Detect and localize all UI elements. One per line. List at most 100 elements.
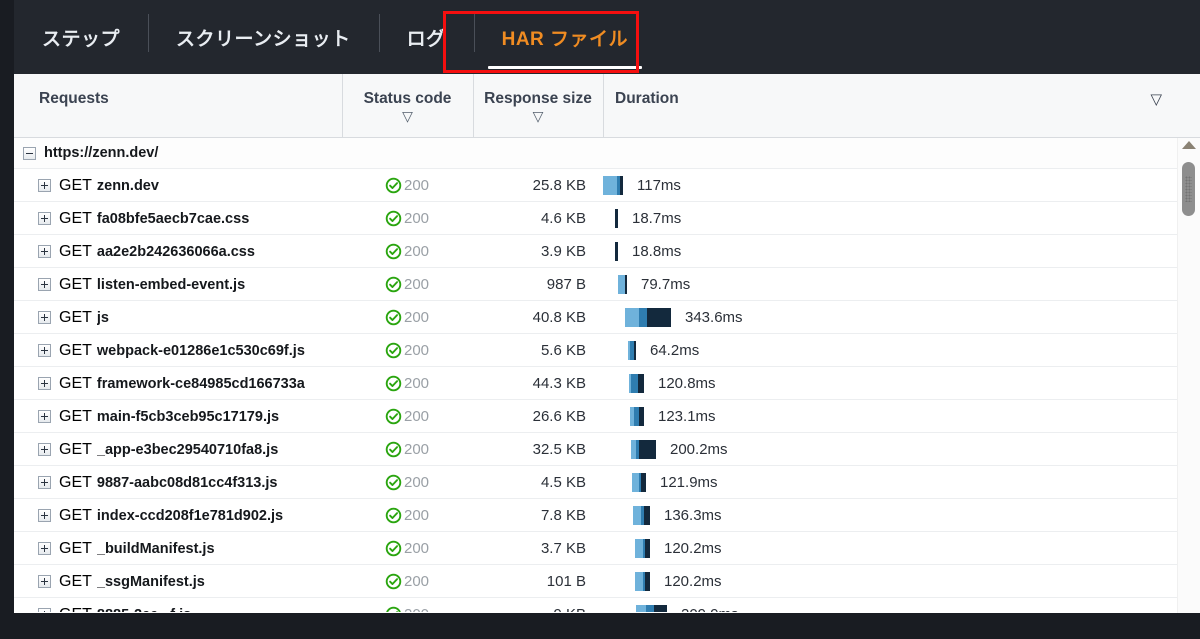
tab-screenshots[interactable]: スクリーンショット [148, 0, 379, 74]
response-size-cell: 7.8 KB [540, 507, 586, 524]
duration-bar [625, 308, 671, 327]
request-name-cell: GET aa2e2b242636066a.css [38, 235, 333, 268]
table-row[interactable]: GET 9887-aabc08d81cc4f313.js 200 4.5 KB 121.… [14, 466, 1200, 499]
tab-steps-label: ステップ [42, 28, 121, 50]
expand-row-icon[interactable] [38, 377, 51, 390]
request-name-label: aa2e2b242636066a.css [96, 243, 255, 260]
duration-label: 123.1ms [658, 408, 716, 425]
table-row[interactable]: GET index-ccd208f1e781d902.js 200 7.8 KB 136… [14, 499, 1200, 532]
expand-row-icon[interactable] [38, 410, 51, 423]
response-size-cell: 4.5 KB [540, 474, 586, 491]
duration-bar-segment [647, 308, 671, 327]
expand-row-icon[interactable] [38, 476, 51, 489]
status-code-label: 200 [403, 441, 430, 458]
request-method-label: GET [59, 176, 92, 194]
request-name-cell: GET _buildManifest.js [38, 532, 333, 565]
table-row[interactable]: GET 8885-2ce...f.js 200 9 KB 209.9ms [14, 598, 1200, 612]
status-code-cell: 200 [342, 400, 472, 433]
request-method-label: GET [59, 242, 92, 260]
table-row[interactable]: GET listen-embed-event.js 200 987 B 79.7ms [14, 268, 1200, 301]
chevron-down-icon[interactable]: ▽ [343, 109, 472, 123]
table-row[interactable]: GET js 200 40.8 KB 343.6ms [14, 301, 1200, 334]
duration-cell: 136.3ms [603, 499, 1200, 532]
column-header-response-size[interactable]: Response size ▽ [473, 74, 602, 138]
expand-row-icon[interactable] [38, 608, 51, 612]
collapse-group-icon[interactable] [23, 146, 36, 160]
table-row[interactable]: GET _ssgManifest.js 200 101 B 120.2ms [14, 565, 1200, 598]
table-row[interactable]: GET webpack-e01286e1c530c69f.js 200 5.6 KB 6… [14, 334, 1200, 367]
request-name-label: zenn.dev [96, 177, 159, 194]
vertical-scrollbar[interactable] [1177, 138, 1200, 613]
expand-row-icon[interactable] [38, 245, 51, 258]
expand-row-icon[interactable] [38, 575, 51, 588]
chevron-down-icon[interactable]: ▽ [474, 109, 602, 123]
table-row[interactable]: GET framework-ce84985cd166733a 200 44.3 KB 1… [14, 367, 1200, 400]
status-code-cell: 200 [342, 433, 472, 466]
status-ok-check-icon [386, 606, 401, 612]
table-row[interactable]: GET aa2e2b242636066a.css 200 3.9 KB 18.8ms [14, 235, 1200, 268]
duration-label: 79.7ms [641, 276, 691, 293]
duration-bar-segment [635, 572, 643, 591]
status-ok-check-icon [385, 342, 402, 359]
expand-row-icon[interactable] [38, 542, 51, 555]
duration-cell: 18.7ms [603, 202, 1200, 235]
table-header: Requests Status code ▽ Response size ▽ D… [14, 74, 1200, 138]
expand-row-icon[interactable] [38, 212, 51, 225]
duration-bar [603, 176, 623, 195]
request-group-row[interactable]: https://zenn.dev/ [14, 138, 1200, 169]
column-options-chevron-down-icon[interactable]: ▽ [1150, 90, 1162, 108]
duration-bar-segment [634, 341, 636, 360]
status-ok-check-icon [385, 474, 402, 491]
duration-bar [629, 374, 644, 393]
request-name-label: framework-ce84985cd166733a [96, 375, 305, 392]
duration-label: 117ms [637, 177, 681, 194]
status-code-label: 200 [403, 474, 430, 491]
expand-row-icon[interactable] [38, 311, 51, 324]
column-header-status-code-label: Status code [363, 90, 452, 107]
expand-row-icon[interactable] [38, 443, 51, 456]
scroll-up-arrow-icon[interactable] [1182, 141, 1196, 149]
tab-har-file[interactable]: HAR ファイル [473, 0, 656, 74]
expand-row-icon[interactable] [38, 278, 51, 291]
request-name-cell: GET js [38, 301, 333, 334]
response-size-cell: 3.7 KB [540, 540, 586, 557]
duration-bar [632, 473, 646, 492]
table-row[interactable]: GET _buildManifest.js 200 3.7 KB 120.2ms [14, 532, 1200, 565]
request-method-label: GET [59, 572, 92, 590]
status-code-label: 200 [403, 375, 430, 392]
request-name-label: listen-embed-event.js [96, 276, 246, 293]
scrollbar-thumb[interactable] [1182, 162, 1195, 216]
column-header-duration[interactable]: Duration [603, 74, 1159, 138]
duration-bar-segment [639, 308, 647, 327]
expand-row-icon[interactable] [38, 509, 51, 522]
request-name-label: 8885-2ce...f.js [97, 607, 191, 613]
status-code-cell: 200 [342, 202, 472, 235]
request-method-label: GET [59, 606, 92, 613]
table-row[interactable]: GET fa08bfe5aecb7cae.css 200 4.6 KB 18.7ms [14, 202, 1200, 235]
column-header-requests-label: Requests [39, 90, 109, 107]
duration-bar-segment [639, 407, 644, 426]
duration-label: 18.7ms [632, 210, 682, 227]
duration-bar-segment [635, 539, 643, 558]
table-row[interactable]: GET zenn.dev 200 25.8 KB 117ms [14, 169, 1200, 202]
column-header-status-code[interactable]: Status code ▽ [342, 74, 472, 138]
duration-bar-segment [645, 572, 650, 591]
table-row[interactable]: GET main-f5cb3ceb95c17179.js 200 26.6 KB 123… [14, 400, 1200, 433]
duration-cell: 209.9ms [603, 598, 1200, 612]
duration-bar-segment [625, 275, 627, 294]
request-name-label: fa08bfe5aecb7cae.css [96, 210, 250, 227]
tab-logs[interactable]: ログ [378, 0, 474, 74]
column-header-response-size-label: Response size [484, 90, 592, 107]
expand-row-icon[interactable] [38, 344, 51, 357]
column-header-requests[interactable]: Requests [24, 74, 324, 138]
tab-har-file-label: HAR ファイル [501, 28, 629, 50]
duration-bar-segment [641, 473, 646, 492]
duration-bar-track: 121.9ms [603, 466, 833, 499]
har-viewer-window: ステップ スクリーンショット ログ HAR ファイル Requests Stat… [0, 0, 1200, 639]
tab-steps[interactable]: ステップ [14, 0, 148, 74]
request-method-label: GET [59, 275, 92, 293]
expand-row-icon[interactable] [38, 179, 51, 192]
table-row[interactable]: GET _app-e3bec29540710fa8.js 200 32.5 KB 200… [14, 433, 1200, 466]
status-code-label: 200 [403, 342, 430, 359]
status-code-label: 200 [403, 540, 430, 557]
